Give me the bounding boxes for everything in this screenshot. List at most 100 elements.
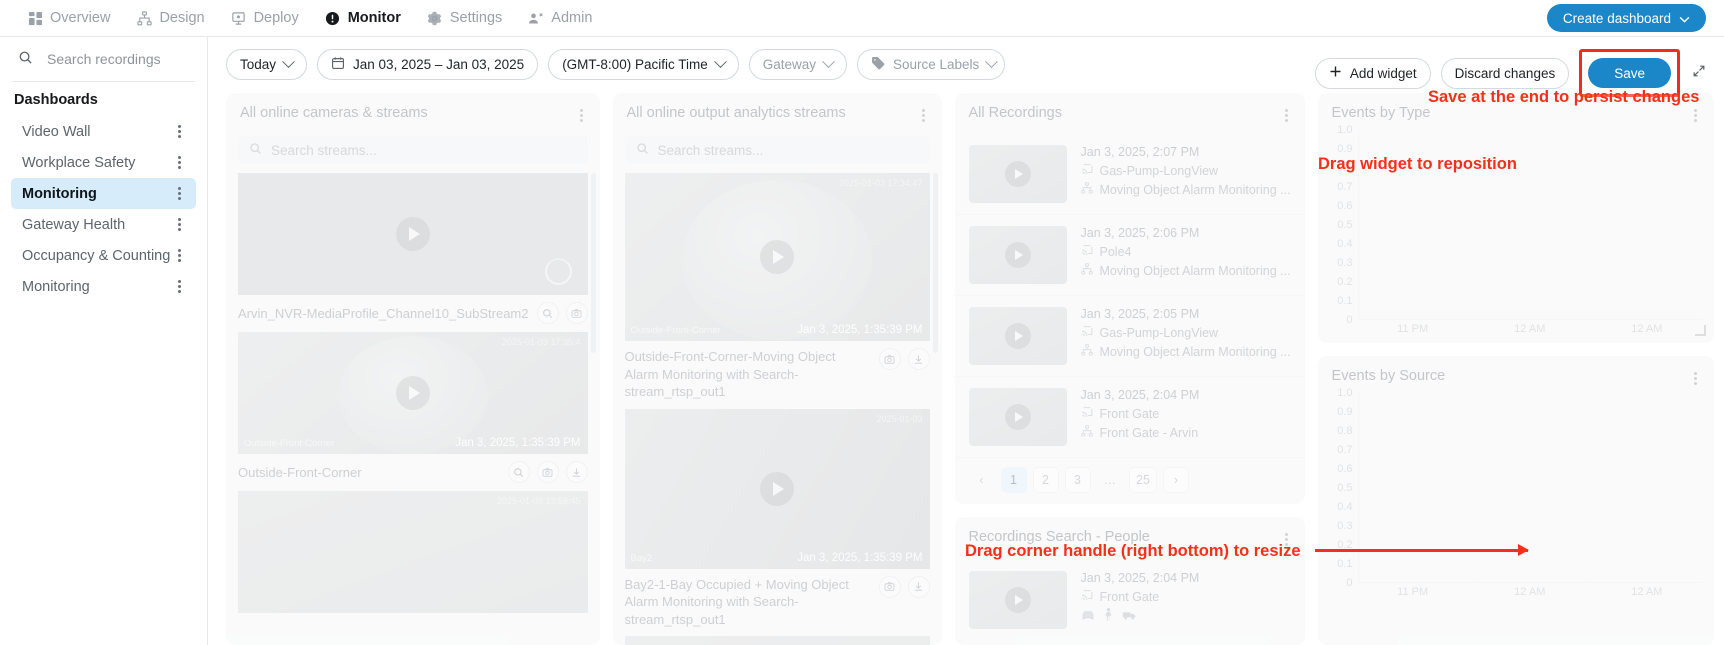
widget-resize-handle[interactable] [1695,325,1706,336]
download-icon[interactable] [907,348,930,370]
sidebar-item-label: Monitoring [22,278,90,295]
kebab-menu-icon[interactable] [173,245,186,266]
play-icon[interactable] [1004,161,1031,187]
snapshot-icon[interactable] [536,461,559,483]
analytics-stream-search-input[interactable]: Search streams... [624,136,930,164]
sidebar-item-occupancy-counting[interactable]: Occupancy & Counting [11,240,196,271]
widget-all-online-output-analytics-streams[interactable]: All online output analytics streams Sear… [612,93,942,645]
date-range-picker[interactable]: Jan 03, 2025 – Jan 03, 2025 [317,49,539,80]
search-recordings-input[interactable] [45,50,185,68]
chart-plot-area: 1.0 0.9 0.8 0.7 0.6 0.5 0.4 0.3 0.2 0.1 [1324,124,1702,326]
play-icon[interactable] [395,376,430,410]
nav-item-deploy[interactable]: Deploy [218,0,312,37]
stream-video[interactable] [624,636,930,645]
kebab-menu-icon[interactable] [1689,368,1702,389]
nav-item-monitor[interactable]: Monitor [312,0,414,37]
stream-tile[interactable]: Arvin_NVR-MediaProfile_Channel10_SubStre… [238,173,588,332]
nav-item-admin[interactable]: Admin [515,0,605,37]
nav-label-overview: Overview [50,10,111,26]
widget-all-recordings[interactable]: All Recordings Jan 3, 2025, 2:07 PM Gas-… [954,93,1305,504]
kebab-menu-icon[interactable] [173,214,186,235]
expand-icon[interactable] [1690,64,1706,82]
sidebar-item-monitoring[interactable]: Monitoring [11,178,196,209]
add-widget-button[interactable]: Add widget [1314,57,1431,89]
discard-changes-button[interactable]: Discard changes [1440,57,1570,89]
play-icon[interactable] [1004,242,1031,268]
stream-video[interactable]: 2025-01-03 13:58:45 [238,491,588,613]
pagination-page-3[interactable]: 3 [1064,467,1091,493]
search-icon[interactable] [507,461,530,483]
widget-all-online-cameras[interactable]: All online cameras & streams Search stre… [226,93,600,645]
table-row[interactable]: Jan 3, 2025, 2:05 PM Gas-Pump-LongView M… [954,296,1305,377]
pagination-page-1[interactable]: 1 [1000,467,1027,493]
stream-video[interactable]: 2025-01-03 Bay2 Jan 3, 2025, 1:35:39 PM [624,408,930,569]
stream-tile[interactable]: 2025-01-03 17:35:4 Outside-Front-Corner … [238,332,588,491]
sidebar-item-video-wall[interactable]: Video Wall [11,116,196,147]
kebab-menu-icon[interactable] [173,276,186,297]
create-dashboard-button[interactable]: Create dashboard [1546,4,1706,32]
table-row[interactable]: Jan 3, 2025, 2:04 PM Front Gate Front Ga… [954,377,1305,458]
nav-item-overview[interactable]: Overview [14,0,123,37]
snapshot-icon[interactable] [878,575,901,598]
pagination-page-25[interactable]: 25 [1129,467,1157,493]
nav-item-settings[interactable]: Settings [414,0,515,37]
kebab-menu-icon[interactable] [1280,529,1293,550]
save-button[interactable]: Save [1588,58,1671,88]
kebab-menu-icon[interactable] [575,105,588,126]
stream-tile[interactable]: 2025-01-03 13:58:45 [238,491,588,613]
table-row[interactable]: Jan 3, 2025, 2:04 PM Front Gate [955,560,1305,640]
camera-stream-search-input[interactable]: Search streams... [238,136,588,164]
kebab-menu-icon[interactable] [173,183,186,204]
kebab-menu-icon[interactable] [1280,105,1293,126]
timezone-dropdown[interactable]: (GMT-8:00) Pacific Time [548,49,739,80]
nav-item-design[interactable]: Design [123,0,217,37]
gateway-dropdown[interactable]: Gateway [748,49,847,80]
play-icon[interactable] [1004,587,1031,613]
kebab-menu-icon[interactable] [917,105,930,126]
stream-video[interactable]: 2025-01-03 17:35:4 Outside-Front-Corner … [238,332,588,454]
pagination-page-2[interactable]: 2 [1032,467,1059,493]
pagination-prev-button[interactable]: ‹ [969,467,995,493]
kebab-menu-icon[interactable] [173,121,186,142]
table-row[interactable]: Jan 3, 2025, 2:06 PM Pole4 Moving Object… [954,215,1305,296]
play-icon[interactable] [760,240,794,274]
kebab-menu-icon[interactable] [1689,105,1702,126]
stream-video[interactable] [238,173,588,295]
snapshot-icon[interactable] [878,348,901,370]
kebab-menu-icon[interactable] [173,152,186,173]
recording-thumbnail[interactable] [968,388,1067,446]
stream-tile-footer: Outside-Front-Corner [238,454,588,491]
range-preset-dropdown[interactable]: Today [226,49,308,80]
widget-recordings-search-people[interactable]: Recordings Search - People Jan 3, 2025, … [954,517,1305,645]
play-icon[interactable] [1004,404,1031,430]
sidebar-item-monitoring-2[interactable]: Monitoring [11,271,196,302]
play-icon[interactable] [760,471,794,506]
camera-list-scrollbar[interactable] [590,173,596,637]
stream-tile[interactable]: 2025-01-03 Bay2 Jan 3, 2025, 1:35:39 PM … [624,408,930,637]
play-icon[interactable] [1004,323,1031,349]
widget-events-by-type[interactable]: Events by Type 1.0 0.9 0.8 0.7 0.6 0.5 0… [1317,93,1714,343]
sidebar-search-row[interactable] [0,41,207,81]
analytics-list-scrollbar[interactable] [932,173,938,637]
sidebar-item-gateway-health[interactable]: Gateway Health [11,209,196,240]
snapshot-icon[interactable] [565,302,588,324]
sidebar-item-workplace-safety[interactable]: Workplace Safety [11,147,196,178]
stream-tile[interactable] [624,636,930,645]
main-content: Today Jan 03, 2025 – Jan 03, 2025 (GMT-8… [208,37,1724,645]
recording-thumbnail[interactable] [968,307,1067,365]
download-icon[interactable] [565,461,588,483]
search-icon [249,142,262,158]
stream-video[interactable]: 2025-01-03 17:34:47 Outside-Front-Corner… [624,173,930,341]
stream-tile[interactable]: 2025-01-03 17:34:47 Outside-Front-Corner… [624,173,930,409]
pagination-next-button[interactable]: › [1162,467,1189,493]
source-labels-dropdown[interactable]: Source Labels [857,49,1005,80]
table-row[interactable]: Jan 3, 2025, 2:07 PM Gas-Pump-LongView M… [954,134,1305,215]
search-icon[interactable] [536,302,559,324]
gateway-label: Gateway [762,57,816,72]
widget-events-by-source[interactable]: Events by Source 1.0 0.9 0.8 0.7 0.6 0.5 [1317,356,1714,645]
recording-thumbnail[interactable] [968,571,1067,629]
recording-thumbnail[interactable] [968,145,1067,203]
download-icon[interactable] [907,575,930,598]
recording-thumbnail[interactable] [968,226,1067,284]
play-icon[interactable] [395,217,430,251]
